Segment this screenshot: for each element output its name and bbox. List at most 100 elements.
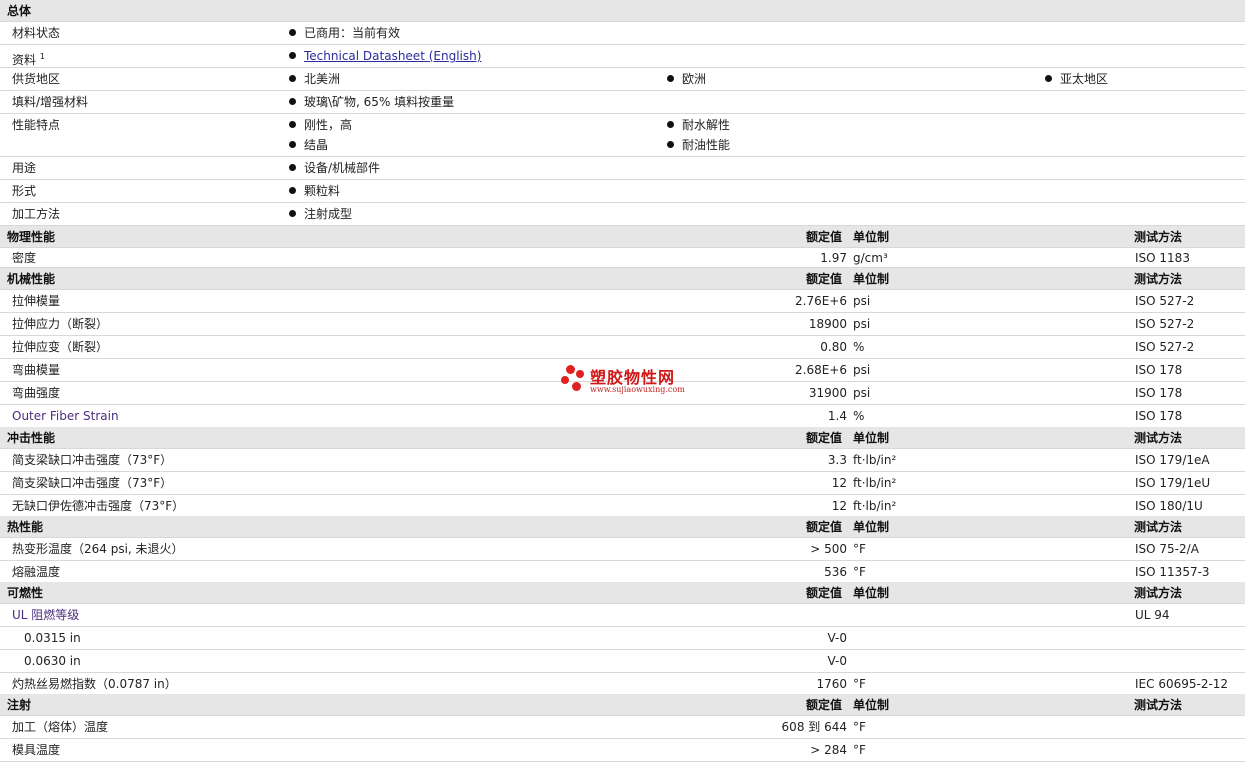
section-title: 冲击性能 <box>7 431 56 445</box>
property-test-method: ISO 178 <box>1135 409 1183 423</box>
property-value: V-0 <box>827 654 847 668</box>
property-unit: ft·lb/in² <box>853 499 897 513</box>
column-header-nominal: 额定值 <box>806 230 843 244</box>
property-value: 已商用：当前有效 <box>289 22 400 45</box>
logo-dot-icon <box>572 382 581 391</box>
property-value: 注射成型 <box>289 203 352 226</box>
column-header-unit: 单位制 <box>853 431 890 445</box>
property-value: 12 <box>831 499 847 513</box>
property-value: 颗粒料 <box>289 180 340 203</box>
property-row-processing: 加工方法 注射成型 <box>0 203 1245 226</box>
section-impact-header: 冲击性能 额定值 单位制 测试方法 <box>0 427 1245 449</box>
property-row-regions: 供货地区 北美洲 欧洲 亚太地区 <box>0 68 1245 91</box>
property-name: 拉伸应力（断裂） <box>12 317 109 331</box>
section-general-header: 总体 <box>0 0 1245 22</box>
datasheet-link[interactable]: Technical Datasheet (English) <box>289 45 481 68</box>
property-unit: °F <box>853 677 866 691</box>
column-header-unit: 单位制 <box>853 272 890 286</box>
property-row-uses: 用途 设备/机械部件 <box>0 157 1245 180</box>
column-header-method: 测试方法 <box>1134 272 1183 286</box>
property-name: 弯曲强度 <box>12 386 61 400</box>
bullet-icon <box>667 121 674 128</box>
property-unit: °F <box>853 720 866 734</box>
property-row: 无缺口伊佐德冲击强度（73°F） 12 ft·lb/in² ISO 180/1U <box>0 495 1245 518</box>
property-name: 简支梁缺口冲击强度（73°F） <box>12 476 173 490</box>
property-name: 熔融温度 <box>12 565 61 579</box>
column-header-nominal: 额定值 <box>806 698 843 712</box>
property-unit: °F <box>853 542 866 556</box>
property-row: 拉伸应力（断裂） 18900 psi ISO 527-2 <box>0 313 1245 336</box>
column-header-nominal: 额定值 <box>806 520 843 534</box>
property-test-method: ISO 527-2 <box>1135 340 1195 354</box>
property-row: 熔融温度 536 °F ISO 11357-3 <box>0 561 1245 584</box>
bullet-icon <box>289 29 296 36</box>
property-value: 1.97 <box>820 251 847 265</box>
property-label: 填料/增强材料 <box>12 95 89 109</box>
property-name: 弯曲模量 <box>12 363 61 377</box>
property-name: 简支梁缺口冲击强度（73°F） <box>12 453 173 467</box>
column-header-unit: 单位制 <box>853 586 890 600</box>
property-value: 608 到 644 <box>781 720 847 734</box>
property-unit: °F <box>853 565 866 579</box>
column-header-nominal: 额定值 <box>806 431 843 445</box>
property-test-method: ISO 180/1U <box>1135 499 1203 513</box>
bullet-icon <box>289 187 296 194</box>
property-row: 密度 1.97 g/cm³ ISO 1183 <box>0 248 1245 268</box>
property-value: V-0 <box>827 631 847 645</box>
watermark-url: www.sujiaowuxing.com <box>590 385 685 394</box>
property-row-features: 性能特点 刚性，高 耐水解性 结晶 耐油性能 <box>0 114 1245 157</box>
property-name: 灼热丝易燃指数（0.0787 in） <box>12 677 177 691</box>
property-test-method: UL 94 <box>1135 608 1170 622</box>
property-row: Outer Fiber Strain 1.4% ISO 178 <box>0 405 1245 428</box>
property-row: 模具温度 > 284 °F <box>0 739 1245 762</box>
property-row: 拉伸模量 2.76E+6 psi ISO 527-2 <box>0 290 1245 313</box>
property-test-method: ISO 11357-3 <box>1135 565 1210 579</box>
property-label: 用途 <box>12 161 37 175</box>
property-unit: psi <box>853 363 871 377</box>
property-name: 拉伸模量 <box>12 294 61 308</box>
property-row: 简支梁缺口冲击强度（73°F） 3.3 ft·lb/in² ISO 179/1eA <box>0 449 1245 472</box>
bullet-icon <box>289 141 296 148</box>
property-name: 密度 <box>12 251 37 265</box>
section-title: 热性能 <box>7 520 44 534</box>
property-name: Outer Fiber Strain <box>12 409 119 423</box>
property-row: 拉伸应变（断裂） 0.80% ISO 527-2 <box>0 336 1245 359</box>
logo-dot-icon <box>576 370 584 378</box>
section-mechanical-header: 机械性能 额定值 单位制 测试方法 <box>0 268 1245 290</box>
property-unit: psi <box>853 317 871 331</box>
bullet-icon <box>289 98 296 105</box>
property-test-method: ISO 179/1eA <box>1135 453 1210 467</box>
property-row: 0.0315 in V-0 <box>0 627 1245 650</box>
section-thermal-header: 热性能 额定值 单位制 测试方法 <box>0 516 1245 538</box>
property-row: 简支梁缺口冲击强度（73°F） 12 ft·lb/in² ISO 179/1eU <box>0 472 1245 495</box>
feature-item: 耐油性能 <box>667 134 730 157</box>
bullet-icon <box>289 121 296 128</box>
property-value: 2.68E+6 <box>795 363 847 377</box>
property-value: > 500 <box>810 542 847 556</box>
bullet-icon <box>667 75 674 82</box>
property-row: UL 阻燃等级 UL 94 <box>0 604 1245 627</box>
property-value: 玻璃\矿物, 65% 填料按重量 <box>289 91 454 114</box>
column-header-unit: 单位制 <box>853 230 890 244</box>
section-flammability-header: 可燃性 额定值 单位制 测试方法 <box>0 582 1245 604</box>
column-header-nominal: 额定值 <box>806 586 843 600</box>
property-label: 性能特点 <box>12 118 61 132</box>
column-header-method: 测试方法 <box>1134 586 1183 600</box>
section-title: 可燃性 <box>7 586 44 600</box>
property-test-method: ISO 178 <box>1135 363 1183 377</box>
property-row: 加工（熔体）温度 608 到 644 °F <box>0 716 1245 739</box>
property-unit: % <box>853 409 865 423</box>
property-unit: ft·lb/in² <box>853 453 897 467</box>
watermark-logo: 塑胶物性网 www.sujiaowuxing.com <box>560 364 700 400</box>
property-label: 材料状态 <box>12 26 61 40</box>
property-test-method: ISO 1183 <box>1135 251 1190 265</box>
property-value: 536 <box>824 565 847 579</box>
bullet-icon <box>667 141 674 148</box>
region-item: 欧洲 <box>667 68 706 91</box>
bullet-icon <box>289 164 296 171</box>
property-value: 1760 <box>816 677 847 691</box>
property-value: 12 <box>831 476 847 490</box>
property-name: 热变形温度（264 psi, 未退火） <box>12 542 184 556</box>
property-unit: % <box>853 340 865 354</box>
section-title: 物理性能 <box>7 230 56 244</box>
